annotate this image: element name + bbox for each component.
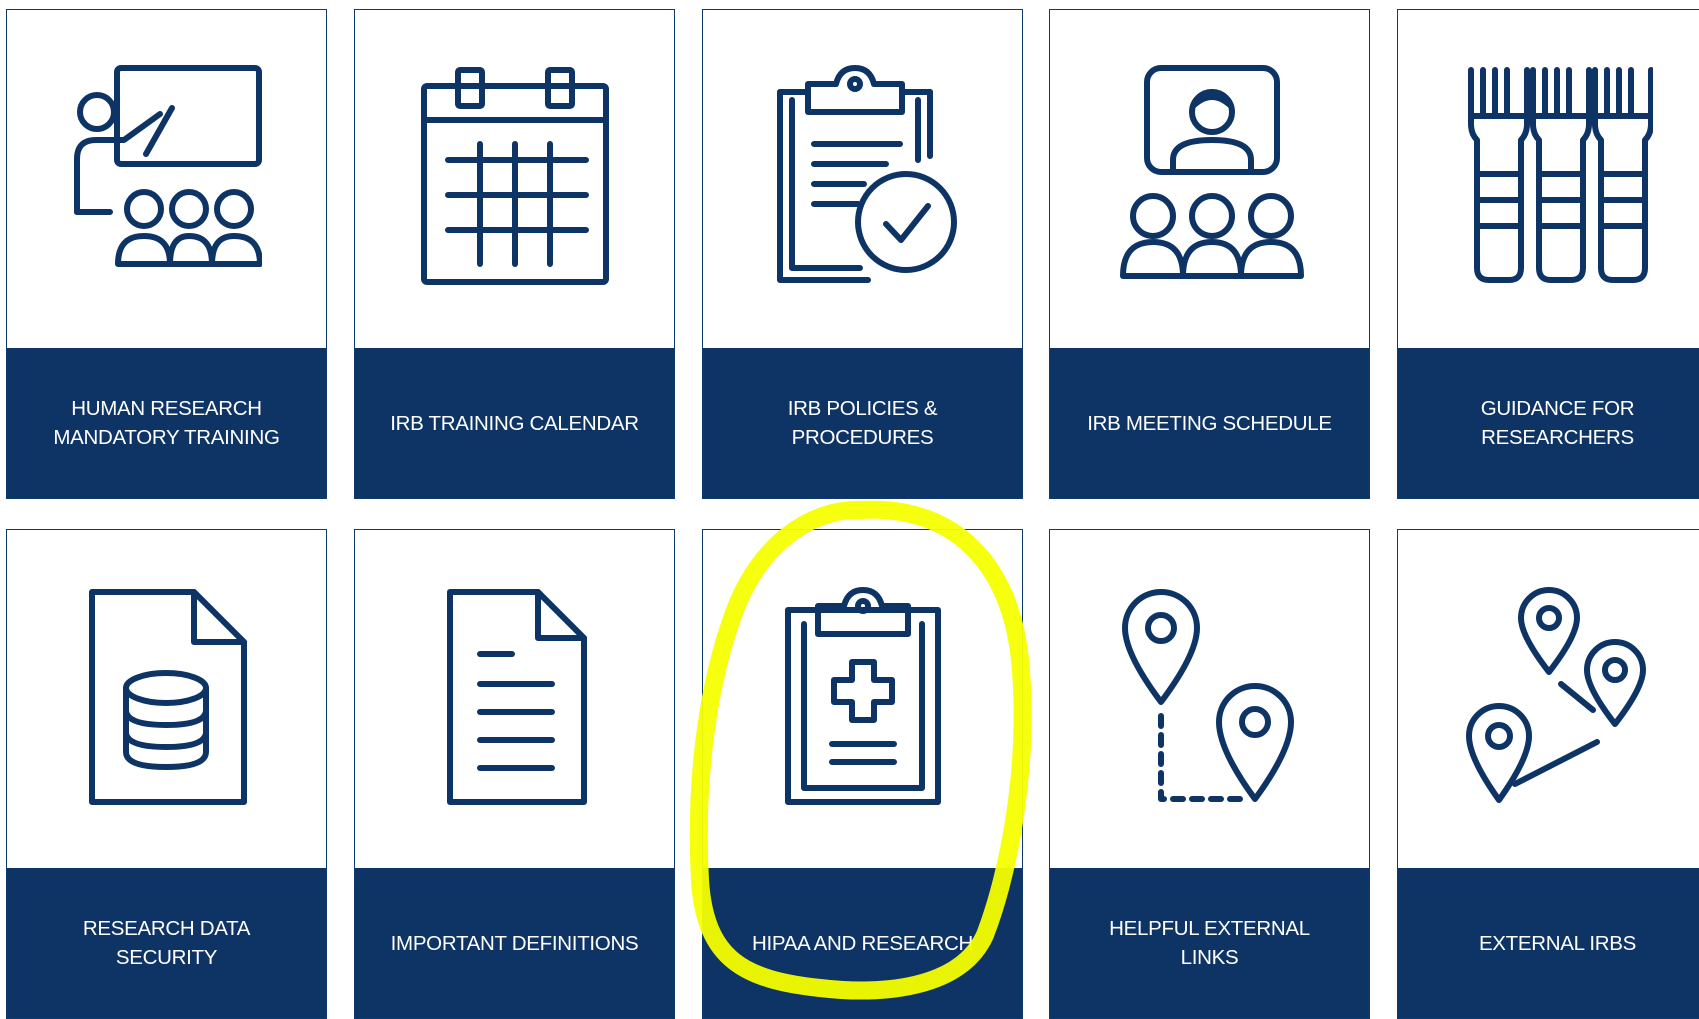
tile-label-bar: GUIDANCE FOR RESEARCHERS xyxy=(1398,348,1699,498)
tile-research-data-security[interactable]: RESEARCH DATA SECURITY xyxy=(6,529,327,1019)
database-document-icon xyxy=(7,530,326,868)
tile-label-bar: IRB TRAINING CALENDAR xyxy=(355,348,674,498)
tile-external-irbs[interactable]: EXTERNAL IRBS xyxy=(1397,529,1699,1019)
tile-label-bar: HIPAA AND RESEARCH xyxy=(703,868,1022,1018)
tile-irb-meeting-schedule[interactable]: IRB MEETING SCHEDULE xyxy=(1049,9,1370,499)
tile-label: HUMAN RESEARCH MANDATORY TRAINING xyxy=(53,397,280,449)
tile-hipaa-and-research[interactable]: HIPAA AND RESEARCH xyxy=(702,529,1023,1019)
tile-irb-policies[interactable]: IRB POLICIES & PROCEDURES xyxy=(702,9,1023,499)
books-icon xyxy=(1398,10,1699,348)
tile-label: IRB POLICIES & PROCEDURES xyxy=(787,397,938,449)
tile-label: RESEARCH DATA SECURITY xyxy=(82,917,251,969)
tile-label-bar: HELPFUL EXTERNAL LINKS xyxy=(1050,868,1369,1018)
tile-label: IRB TRAINING CALENDAR xyxy=(390,411,639,435)
calendar-icon xyxy=(355,10,674,348)
route-pins-icon xyxy=(1050,530,1369,868)
tile-guidance-for-researchers[interactable]: GUIDANCE FOR RESEARCHERS xyxy=(1397,9,1699,499)
presentation-training-icon xyxy=(7,10,326,348)
tile-label: GUIDANCE FOR RESEARCHERS xyxy=(1480,397,1635,449)
tile-important-definitions[interactable]: IMPORTANT DEFINITIONS xyxy=(354,529,675,1019)
tile-label: IRB MEETING SCHEDULE xyxy=(1087,411,1332,435)
clipboard-check-icon xyxy=(703,10,1022,348)
tile-label-bar: RESEARCH DATA SECURITY xyxy=(7,868,326,1018)
tile-human-research-training[interactable]: HUMAN RESEARCH MANDATORY TRAINING xyxy=(6,9,327,499)
tile-label: HELPFUL EXTERNAL LINKS xyxy=(1109,917,1310,969)
tile-label-bar: EXTERNAL IRBS xyxy=(1398,868,1699,1018)
tile-label: EXTERNAL IRBS xyxy=(1478,931,1637,955)
tile-helpful-external-links[interactable]: HELPFUL EXTERNAL LINKS xyxy=(1049,529,1370,1019)
tile-label-bar: IRB POLICIES & PROCEDURES xyxy=(703,348,1022,498)
tile-label-bar: IMPORTANT DEFINITIONS xyxy=(355,868,674,1018)
tile-label-bar: IRB MEETING SCHEDULE xyxy=(1050,348,1369,498)
document-icon xyxy=(355,530,674,868)
tile-label-bar: HUMAN RESEARCH MANDATORY TRAINING xyxy=(7,348,326,498)
video-meeting-icon xyxy=(1050,10,1369,348)
tile-label: HIPAA AND RESEARCH xyxy=(752,931,973,955)
tile-label: IMPORTANT DEFINITIONS xyxy=(390,931,639,955)
medical-clipboard-icon xyxy=(703,530,1022,868)
tile-irb-training-calendar[interactable]: IRB TRAINING CALENDAR xyxy=(354,9,675,499)
connected-pins-icon xyxy=(1398,530,1699,868)
